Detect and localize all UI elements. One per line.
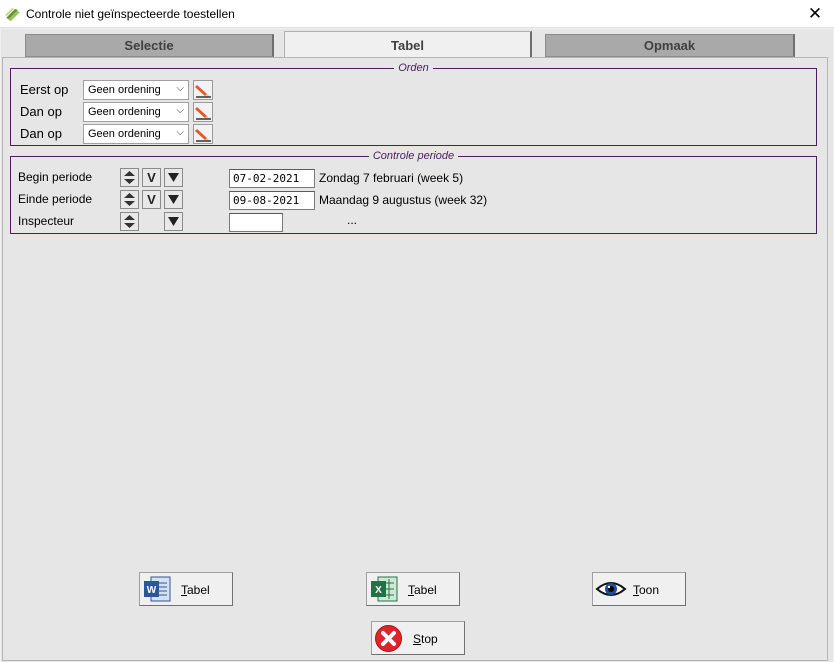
begin-v-button[interactable]: V [142,168,161,187]
einde-v-button[interactable]: V [142,190,161,209]
orden-select-1-value: Geen ordening [88,84,161,96]
svg-text:X: X [375,585,382,596]
orden-edit-button-1[interactable] [193,80,213,100]
triangle-down-icon [168,173,179,182]
app-icon [5,8,20,21]
begin-periode-label: Begin periode [18,170,93,184]
word-button-label: abel [187,583,210,597]
inspecteur-description: ... [347,213,358,227]
orden-label-1: Eerst op [20,82,69,97]
orden-edit-button-2[interactable] [193,102,213,122]
orden-select-2[interactable]: Geen ordening ⌵ [83,102,189,122]
begin-date-description: Zondag 7 februari (week 5) [319,171,464,185]
inspecteur-dropdown-button[interactable] [164,212,183,231]
pencil-icon [195,85,211,98]
periode-legend: Controle periode [372,150,455,162]
orden-label-3: Dan op [20,126,62,141]
close-button[interactable]: ✕ [796,0,834,28]
orden-select-3[interactable]: Geen ordening ⌵ [83,124,189,144]
begin-spin-button[interactable] [120,168,139,187]
spin-arrows-icon [124,171,135,184]
svg-text:W: W [147,585,157,596]
title-bar: Controle niet geïnspecteerde toestellen … [0,0,834,28]
tab-selectie[interactable]: Selectie [25,34,274,57]
chevron-down-icon: ⌵ [176,105,184,116]
einde-dropdown-button[interactable] [164,190,183,209]
toon-button[interactable]: Toon [592,572,686,606]
orden-select-1[interactable]: Geen ordening ⌵ [83,80,189,100]
spin-arrows-icon [124,215,135,228]
stop-button-accel: S [413,632,422,646]
orden-legend: Orden [398,62,429,74]
eye-icon [595,582,627,596]
einde-spin-button[interactable] [120,190,139,209]
inspecteur-label: Inspecteur [18,214,75,228]
orden-select-2-value: Geen ordening [88,106,161,118]
begin-dropdown-button[interactable] [164,168,183,187]
tab-panel: Orden Eerst op Geen ordening ⌵ Dan op Ge… [2,57,828,661]
pencil-icon [195,129,211,142]
word-tabel-button[interactable]: W Tabel [139,572,233,606]
excel-button-label: abel [414,583,437,597]
orden-select-3-value: Geen ordening [88,128,161,140]
excel-icon: X [371,576,398,602]
stop-icon [375,625,402,652]
einde-date-input[interactable]: 09-08-2021 [229,191,315,210]
excel-tabel-button[interactable]: X Tabel [366,572,460,606]
begin-date-input[interactable]: 07-02-2021 [229,169,315,188]
pencil-icon [195,107,211,120]
einde-periode-label: Einde periode [18,192,93,206]
einde-date-description: Maandag 9 augustus (week 32) [319,193,488,207]
inspecteur-spin-button[interactable] [120,212,139,231]
inspecteur-input[interactable] [229,213,283,232]
chevron-down-icon: ⌵ [176,83,184,94]
tab-tabel[interactable]: Tabel [284,31,532,59]
spin-arrows-icon [124,193,135,206]
orden-label-2: Dan op [20,104,62,119]
tab-opmaak[interactable]: Opmaak [545,34,795,57]
window-body: Selectie Tabel Opmaak Orden Eerst op Gee… [1,29,833,662]
stop-button-label: top [421,632,438,646]
window-title: Controle niet geïnspecteerde toestellen [26,7,235,21]
orden-edit-button-3[interactable] [193,124,213,144]
stop-button[interactable]: Stop [371,621,465,655]
toon-button-label: oon [639,583,660,597]
chevron-down-icon: ⌵ [176,127,184,138]
triangle-down-icon [168,217,179,226]
triangle-down-icon [168,195,179,204]
word-icon: W [144,576,171,602]
